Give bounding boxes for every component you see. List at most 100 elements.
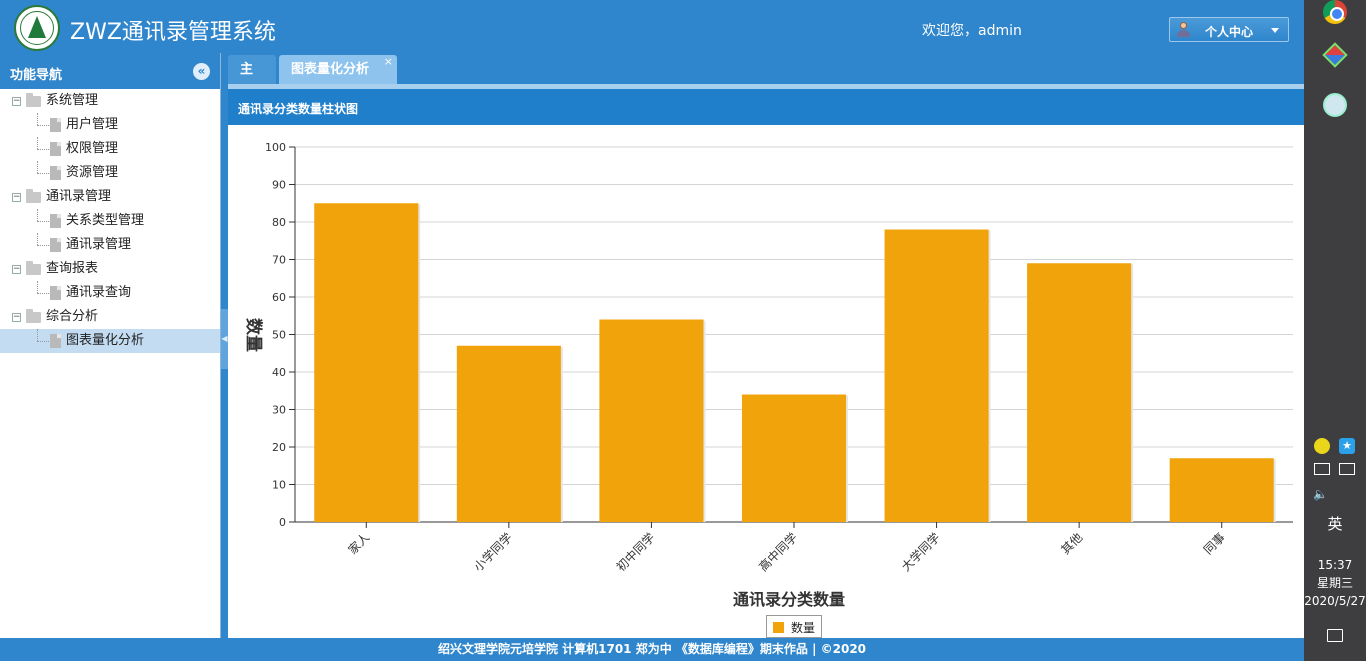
file-icon xyxy=(50,118,61,132)
x-tick-label: 家人 xyxy=(345,530,373,558)
tree-connector xyxy=(37,221,49,222)
sidebar-splitter[interactable]: ◀ xyxy=(221,53,228,638)
tree-connector xyxy=(37,209,38,221)
user-icon xyxy=(1176,22,1190,37)
tree-connector xyxy=(37,173,49,174)
collapse-toggle-icon[interactable]: − xyxy=(12,313,21,322)
chart-legend[interactable]: 数量 xyxy=(766,615,823,638)
y-tick-label: 90 xyxy=(272,179,286,192)
volume-icon[interactable]: 🔈 xyxy=(1313,487,1328,501)
collapse-toggle-icon[interactable]: − xyxy=(12,97,21,106)
tree-connector xyxy=(37,161,38,173)
y-tick-label: 70 xyxy=(272,254,286,267)
chart-panel: 0 10 20 30 40 50 60 70 80 90 100 家人 小学同学 初中同学 高中同学 大学同学… xyxy=(228,125,1304,638)
nav-item-label: 资源管理 xyxy=(66,165,119,180)
nav-item[interactable]: 用户管理 xyxy=(0,113,220,137)
chrome-icon[interactable] xyxy=(1323,0,1347,24)
splitter-grip-icon[interactable]: ◀ xyxy=(221,309,228,369)
close-icon[interactable]: × xyxy=(384,47,393,76)
nav-tree: − 系统管理 用户管理 权限管理 资源管理 − 通讯录管理 关系类型管理 通讯录管理 − 查询报表通… xyxy=(0,89,220,353)
bar[interactable] xyxy=(884,229,989,523)
y-tick-label: 30 xyxy=(272,404,286,417)
nav-group-label: 综合分析 xyxy=(46,309,99,324)
footer: 绍兴文理学院元培学院 计算机1701 郑为中 《数据库编程》期末作品 | ©20… xyxy=(0,638,1304,661)
nav-item[interactable]: 通讯录查询 xyxy=(0,281,220,305)
system-clock[interactable]: 15:37 星期三 2020/5/27 xyxy=(1304,556,1366,610)
tree-connector xyxy=(37,245,49,246)
tree-connector xyxy=(37,113,38,125)
tree-connector xyxy=(37,233,38,245)
nav-group-label: 通讯录管理 xyxy=(46,189,112,204)
nav-group-label: 查询报表 xyxy=(46,261,99,276)
tree-connector xyxy=(37,293,49,294)
clock-weekday: 星期三 xyxy=(1316,576,1353,590)
nav-group-label: 系统管理 xyxy=(46,93,99,108)
nav-group[interactable]: − 综合分析 xyxy=(0,305,220,329)
file-icon xyxy=(50,334,61,348)
nav-item[interactable]: 图表量化分析 xyxy=(0,329,220,353)
x-tick-label: 大学同学 xyxy=(898,530,943,575)
app-globe-icon[interactable] xyxy=(1323,93,1347,117)
file-icon xyxy=(50,166,61,180)
x-tick-label: 同事 xyxy=(1201,530,1228,557)
x-tick-label: 其他 xyxy=(1058,530,1085,557)
tab-chart-analysis[interactable]: 图表量化分析 × xyxy=(279,55,397,84)
tree-connector xyxy=(37,125,49,126)
ime-indicator[interactable]: 英 xyxy=(1304,513,1366,534)
collapse-sidebar-button[interactable]: « xyxy=(193,63,210,80)
sidebar: 功能导航 « − 系统管理 用户管理 权限管理 资源管理 − 通讯录管理 关系类型管理 通讯录管… xyxy=(0,53,221,638)
nav-item[interactable]: 通讯录管理 xyxy=(0,233,220,257)
folder-icon xyxy=(26,309,41,323)
app-title: ZWZ通讯录管理系统 xyxy=(70,20,276,45)
bar[interactable] xyxy=(741,394,847,523)
x-tick-label: 初中同学 xyxy=(613,530,658,575)
tab-chart-analysis-label: 图表量化分析 xyxy=(291,62,370,77)
file-icon xyxy=(50,238,61,252)
nav-group[interactable]: − 系统管理 xyxy=(0,89,220,113)
y-tick-label: 10 xyxy=(272,479,286,492)
notification-icon[interactable] xyxy=(1327,629,1343,642)
panel-title: 通讯录分类数量柱状图 xyxy=(228,89,1304,125)
x-axis-title: 通讯录分类数量 xyxy=(733,590,845,609)
logo xyxy=(14,5,60,51)
y-tick-label: 40 xyxy=(272,366,286,379)
bar[interactable] xyxy=(314,203,419,522)
windows-taskbar: ★ 🔈 英 15:37 星期三 2020/5/27 xyxy=(1304,0,1366,661)
chevron-down-icon xyxy=(1271,28,1279,33)
app-gem-icon[interactable] xyxy=(1322,42,1348,68)
bar[interactable] xyxy=(1169,458,1274,522)
x-tick-label: 高中同学 xyxy=(756,530,801,575)
tray-star-icon[interactable]: ★ xyxy=(1339,438,1355,454)
network-icon[interactable] xyxy=(1339,463,1355,475)
nav-item-label: 关系类型管理 xyxy=(66,213,145,228)
y-tick-label: 20 xyxy=(272,441,286,454)
nav-item-label: 通讯录查询 xyxy=(66,285,132,300)
personal-center-menu[interactable]: 个人中心 xyxy=(1169,17,1289,42)
y-tick-label: 60 xyxy=(272,291,286,304)
welcome-text: 欢迎您，admin xyxy=(922,23,1022,39)
collapse-toggle-icon[interactable]: − xyxy=(12,265,21,274)
app-window: ZWZ通讯录管理系统 欢迎您，admin 个人中心 功能导航 « − 系统管理 用户… xyxy=(0,0,1366,661)
bar[interactable] xyxy=(456,345,561,522)
bar[interactable] xyxy=(1027,263,1132,522)
x-tick-label: 小学同学 xyxy=(470,530,515,575)
nav-group[interactable]: − 查询报表 xyxy=(0,257,220,281)
y-tick-label: 80 xyxy=(272,216,286,229)
nav-item[interactable]: 关系类型管理 xyxy=(0,209,220,233)
nav-item[interactable]: 资源管理 xyxy=(0,161,220,185)
tab-home[interactable]: 主页 xyxy=(228,55,276,106)
collapse-toggle-icon[interactable]: − xyxy=(12,193,21,202)
nav-group[interactable]: − 通讯录管理 xyxy=(0,185,220,209)
clock-time: 15:37 xyxy=(1317,558,1353,572)
nav-item-label: 用户管理 xyxy=(66,117,119,132)
nav-item[interactable]: 权限管理 xyxy=(0,137,220,161)
tree-connector xyxy=(37,149,49,150)
y-tick-label: 0 xyxy=(279,516,286,529)
folder-icon xyxy=(26,189,41,203)
top-header: ZWZ通讯录管理系统 欢迎您，admin 个人中心 xyxy=(0,0,1304,53)
y-tick-label: 100 xyxy=(265,141,286,154)
battery-icon[interactable] xyxy=(1314,463,1330,475)
bar[interactable] xyxy=(599,319,704,523)
tray-add-icon[interactable] xyxy=(1314,438,1330,454)
bar-chart: 0 10 20 30 40 50 60 70 80 90 100 家人 小学同学 初中同学 高中同学 大学同学… xyxy=(243,141,1293,609)
